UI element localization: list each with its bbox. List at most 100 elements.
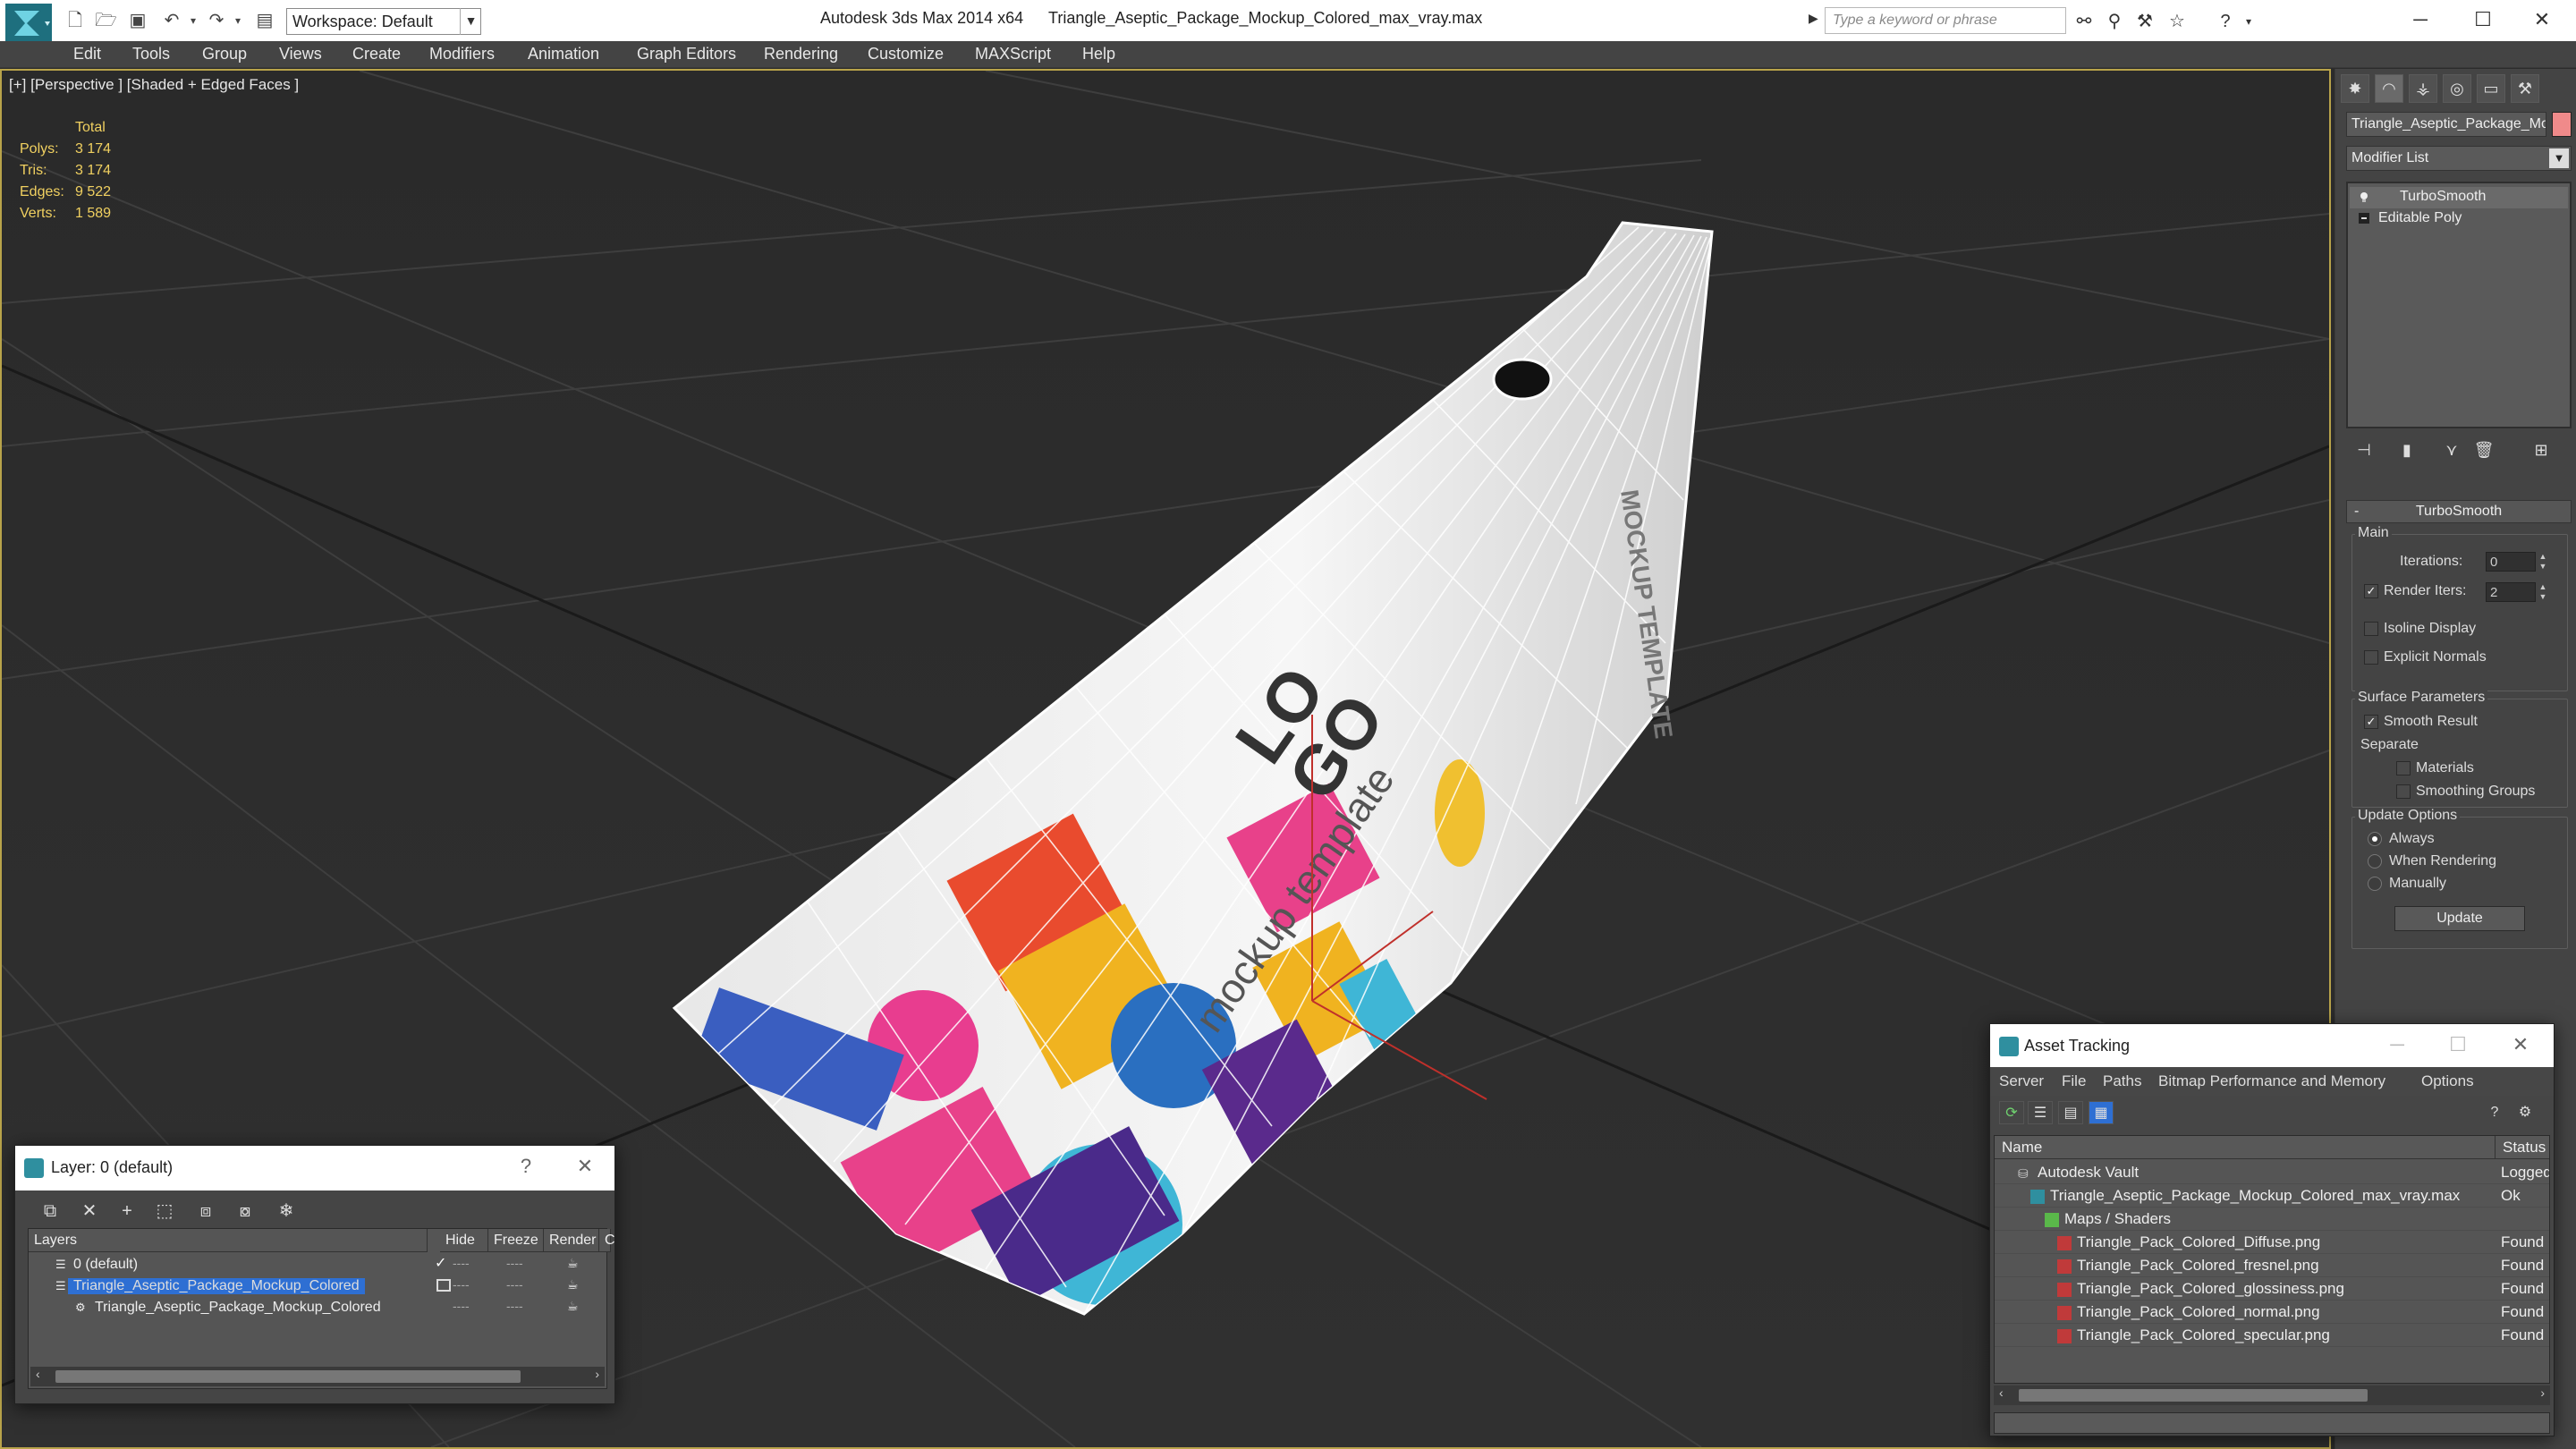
close-button[interactable]: ✕ <box>2515 4 2569 36</box>
column-header-hide[interactable]: Hide <box>440 1229 488 1252</box>
menu-modifiers[interactable]: Modifiers <box>429 45 495 64</box>
column-header-color[interactable]: C <box>599 1229 615 1252</box>
hide-all-layers-icon[interactable]: ⧇ <box>230 1198 260 1224</box>
column-header-layers[interactable]: Layers <box>29 1229 428 1252</box>
layer-row[interactable]: ☰ Triangle_Aseptic_Package_Mockup_Colore… <box>29 1275 606 1297</box>
freeze-toggle[interactable]: ---- <box>506 1256 523 1270</box>
rollout-header[interactable]: - TurboSmooth <box>2346 500 2572 523</box>
expand-box-icon[interactable] <box>2359 213 2369 224</box>
minimize-button[interactable]: ─ <box>2384 1033 2411 1056</box>
help-icon[interactable]: ? <box>2482 1101 2507 1124</box>
update-button[interactable]: Update <box>2394 906 2525 931</box>
menu-animation[interactable]: Animation <box>528 45 599 64</box>
object-name-field[interactable]: Triangle_Aseptic_Package_Mockup <box>2346 112 2546 137</box>
column-header-status[interactable]: Status <box>2496 1136 2549 1159</box>
highlight-layer-icon[interactable]: ⧈ <box>191 1198 221 1224</box>
modifier-list-dropdown[interactable]: Modifier List ▼ <box>2346 146 2572 171</box>
save-icon[interactable]: ▣ <box>127 11 148 30</box>
update-always-radio[interactable] <box>2368 832 2382 846</box>
close-button[interactable]: ✕ <box>572 1155 598 1178</box>
menu-rendering[interactable]: Rendering <box>764 45 838 64</box>
search-expand-icon[interactable]: ▶ <box>1809 11 1818 26</box>
column-header-name[interactable]: Name <box>1995 1136 2496 1159</box>
motion-tab-icon[interactable]: ◎ <box>2443 74 2471 103</box>
update-when-rendering-radio[interactable] <box>2368 854 2382 869</box>
show-end-result-icon[interactable]: ▮ <box>2394 437 2419 462</box>
maximize-button[interactable]: ☐ <box>2456 4 2510 36</box>
create-layer-icon[interactable]: ⧉ <box>35 1198 65 1224</box>
communication-center-icon[interactable]: ⚒ <box>2132 10 2157 33</box>
add-to-layer-icon[interactable]: + <box>112 1198 142 1224</box>
scrollbar-thumb[interactable] <box>55 1370 521 1383</box>
menu-group[interactable]: Group <box>202 45 247 64</box>
asset-row[interactable]: Triangle_Aseptic_Package_Mockup_Colored_… <box>1995 1184 2549 1208</box>
asset-menu-server[interactable]: Server <box>1999 1072 2044 1090</box>
pin-stack-icon[interactable]: ⊣ <box>2351 437 2377 462</box>
horizontal-scrollbar[interactable]: ‹ › <box>30 1367 605 1386</box>
asset-row[interactable]: Maps / Shaders <box>1995 1208 2549 1231</box>
asset-row[interactable]: Triangle_Pack_Colored_fresnel.png Found <box>1995 1254 2549 1277</box>
minimize-button[interactable]: ─ <box>2394 4 2447 36</box>
workspace-selector[interactable]: Workspace: Default <box>286 8 481 35</box>
render-teapot-icon[interactable]: ☕ <box>567 1277 579 1292</box>
menu-edit[interactable]: Edit <box>73 45 101 64</box>
chevron-down-icon[interactable]: ▼ <box>460 8 481 35</box>
scrollbar-thumb[interactable] <box>2019 1389 2368 1402</box>
column-header-freeze[interactable]: Freeze <box>488 1229 544 1252</box>
scroll-left-icon[interactable]: ‹ <box>36 1367 40 1381</box>
asset-path-field[interactable] <box>1994 1412 2550 1434</box>
asset-menu-file[interactable]: File <box>2062 1072 2086 1090</box>
remove-modifier-icon[interactable]: 🗑 <box>2471 437 2496 462</box>
list-view-icon[interactable]: ☰ <box>2028 1101 2053 1124</box>
layer-name[interactable]: Triangle_Aseptic_Package_Mockup_Colored <box>68 1278 365 1294</box>
new-file-icon[interactable]: 🗋 <box>64 11 86 30</box>
scroll-right-icon[interactable]: › <box>2540 1385 2545 1400</box>
asset-dialog-titlebar[interactable]: Asset Tracking ─ ☐ ✕ <box>1990 1024 2554 1067</box>
maximize-button[interactable]: ☐ <box>2445 1033 2471 1056</box>
redo-dropdown-icon[interactable]: ▾ <box>227 11 249 30</box>
modify-tab-icon[interactable]: ◠ <box>2375 74 2403 103</box>
hide-toggle[interactable]: ---- <box>453 1256 470 1270</box>
spinner-arrows-icon[interactable]: ▲ ▼ <box>2538 552 2548 572</box>
menu-customize[interactable]: Customize <box>868 45 944 64</box>
hide-toggle[interactable]: ---- <box>453 1299 470 1313</box>
binoculars-icon[interactable]: ⚯ <box>2072 10 2097 33</box>
asset-row[interactable]: Triangle_Pack_Colored_specular.png Found <box>1995 1324 2549 1347</box>
asset-row[interactable]: ⛁ Autodesk Vault Logged <box>1995 1161 2549 1184</box>
asset-menu-bitmap-performance[interactable]: Bitmap Performance and Memory <box>2158 1072 2385 1090</box>
render-teapot-icon[interactable]: ☕ <box>567 1299 579 1314</box>
layer-dialog-titlebar[interactable]: Layer: 0 (default) ? ✕ <box>15 1146 614 1191</box>
horizontal-scrollbar[interactable]: ‹ › <box>1994 1385 2550 1405</box>
freeze-toggle[interactable]: ---- <box>506 1299 523 1313</box>
redo-icon[interactable]: ↷ <box>206 11 227 30</box>
help-dropdown-icon[interactable]: ▾ <box>2236 10 2261 33</box>
column-header-render[interactable]: Render <box>544 1229 599 1252</box>
object-color-swatch[interactable] <box>2552 112 2572 137</box>
freeze-all-layers-icon[interactable]: ❄ <box>271 1198 301 1224</box>
render-teapot-icon[interactable]: ☕ <box>567 1256 579 1271</box>
iterations-spinner[interactable]: 0 <box>2486 552 2536 572</box>
favorites-star-icon[interactable]: ☆ <box>2165 10 2190 33</box>
freeze-toggle[interactable]: ---- <box>506 1277 523 1292</box>
undo-icon[interactable]: ↶ <box>161 11 182 30</box>
render-iters-checkbox[interactable]: ✓ <box>2364 584 2378 598</box>
smoothing-groups-checkbox[interactable] <box>2396 784 2411 799</box>
layer-row[interactable]: ☰ 0 (default) ✓ ---- ---- ☕ <box>29 1254 606 1275</box>
menu-maxscript[interactable]: MAXScript <box>975 45 1051 64</box>
configure-modifier-sets-icon[interactable]: ⊞ <box>2529 437 2554 462</box>
help-button[interactable]: ? <box>513 1155 539 1178</box>
display-tab-icon[interactable]: ▭ <box>2477 74 2505 103</box>
menu-views[interactable]: Views <box>279 45 322 64</box>
explicit-normals-checkbox[interactable] <box>2364 650 2378 665</box>
make-unique-icon[interactable]: ⋎ <box>2439 437 2464 462</box>
layer-row[interactable]: ⚙ Triangle_Aseptic_Package_Mockup_Colore… <box>29 1297 606 1318</box>
options-gear-icon[interactable]: ⚙ <box>2512 1101 2538 1124</box>
open-file-icon[interactable]: 🗁 <box>95 11 117 30</box>
asset-menu-paths[interactable]: Paths <box>2103 1072 2141 1090</box>
update-manually-radio[interactable] <box>2368 877 2382 891</box>
layer-object-name[interactable]: Triangle_Aseptic_Package_Mockup_Colored <box>95 1300 381 1316</box>
create-tab-icon[interactable]: ✸ <box>2341 74 2369 103</box>
utilities-tab-icon[interactable]: ⚒ <box>2511 74 2539 103</box>
close-button[interactable]: ✕ <box>2507 1033 2534 1056</box>
active-layer-box-icon[interactable] <box>436 1279 451 1292</box>
